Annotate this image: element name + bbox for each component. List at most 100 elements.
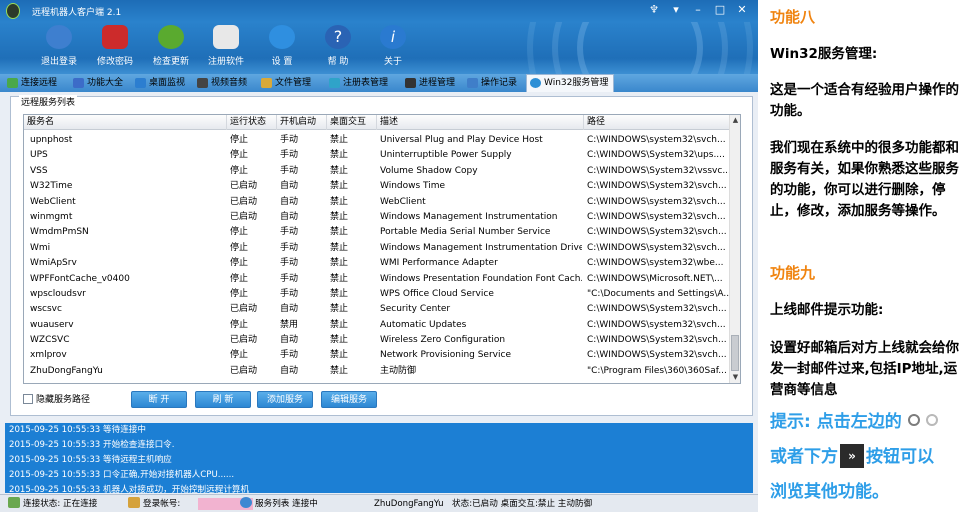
- col-header-name[interactable]: 服务名: [24, 115, 227, 130]
- tab-label: 注册表管理: [343, 78, 389, 88]
- close-icon[interactable]: ✕: [734, 3, 750, 17]
- table-row[interactable]: xmlprov 停止 手动 禁止 Network Provisioning Servic…: [24, 348, 730, 363]
- table-row[interactable]: wpscloudsvr 停止 手动 禁止 WPS Office Cloud Servic…: [24, 287, 730, 302]
- cell-name: upnphost: [30, 135, 73, 145]
- table-row[interactable]: UPS 停止 手动 禁止 Uninterruptible Power Supply C:\…: [24, 148, 730, 163]
- cell-state: 已启动: [230, 196, 258, 207]
- cell-desc: 主动防御: [380, 365, 417, 376]
- settings-button[interactable]: 设 置: [257, 22, 307, 74]
- tab-file-manager[interactable]: 文件管理: [258, 75, 322, 91]
- cell-state: 停止: [230, 242, 249, 253]
- tip-line1-text: 提示: 点击左边的: [770, 412, 902, 432]
- table-row[interactable]: upnphost 停止 手动 禁止 Universal Plug and Play De…: [24, 133, 730, 148]
- table-row[interactable]: WmiApSrv 停止 手动 禁止 WMI Performance Adapter C:\…: [24, 256, 730, 271]
- table-row[interactable]: wuauserv 停止 禁用 禁止 Automatic Updates C:\WINDOW…: [24, 318, 730, 333]
- cell-state: 停止: [230, 350, 249, 361]
- log-line: 2015-09-25 10:55:33 机器人对接成功，开始控制远程计算机: [9, 485, 250, 493]
- cell-state: 已启动: [230, 365, 258, 376]
- table-row[interactable]: winmgmt 已启动 自动 禁止 Windows Management Instrum…: [24, 210, 730, 225]
- tab-win32-service[interactable]: Win32服务管理: [526, 74, 614, 92]
- col-header-path[interactable]: 路径: [584, 115, 730, 130]
- check-update-button[interactable]: 检查更新: [146, 22, 196, 74]
- table-row[interactable]: Wmi 停止 手动 禁止 Windows Management Instrumentat…: [24, 241, 730, 256]
- remote-service-group: 远程服务列表 服务名 运行状态 开机启动 桌面交互 描述 路径 upnphost…: [10, 95, 753, 416]
- edit-service-button[interactable]: 编辑服务: [321, 391, 377, 408]
- scroll-up-icon[interactable]: ▲: [730, 115, 740, 126]
- tab-label: Win32服务管理: [544, 78, 609, 88]
- cell-startup: 自动: [280, 365, 299, 376]
- window-controls: ♆ ▾ – □ ✕: [646, 3, 750, 17]
- feature9-subtitle: 上线邮件提示功能:: [770, 302, 884, 318]
- tab-operation-log[interactable]: 操作记录: [464, 75, 524, 91]
- table-row[interactable]: WmdmPmSN 停止 手动 禁止 Portable Media Serial Numb…: [24, 225, 730, 240]
- cell-path: C:\WINDOWS\system32\svch...: [587, 196, 726, 207]
- cell-path: C:\WINDOWS\System32\svch...: [587, 181, 727, 192]
- vertical-scrollbar[interactable]: ▲ ▼: [729, 115, 740, 383]
- table-row[interactable]: ZhuDongFangYu 已启动 自动 禁止 主动防御 "C:\Program File…: [24, 364, 730, 379]
- scroll-thumb[interactable]: [731, 335, 739, 371]
- cell-name: Wmi: [30, 242, 51, 253]
- cell-interact: 禁止: [330, 350, 349, 361]
- tab-all-features[interactable]: 功能大全: [70, 75, 130, 91]
- col-header-startup[interactable]: 开机启动: [277, 115, 327, 130]
- service-icon: [530, 78, 541, 88]
- cell-path: C:\WINDOWS\system32\svch...: [587, 135, 726, 145]
- cell-state: 停止: [230, 227, 249, 238]
- cell-state: 停止: [230, 319, 249, 330]
- next-dot-icon[interactable]: [925, 414, 938, 426]
- login-account-text: 登录帐号:: [143, 499, 181, 509]
- next-button[interactable]: »: [840, 444, 864, 468]
- col-header-interact[interactable]: 桌面交互: [327, 115, 377, 130]
- about-button[interactable]: i 关于: [368, 22, 418, 74]
- pin-icon[interactable]: ♆: [646, 3, 662, 17]
- change-password-button[interactable]: 修改密码: [90, 22, 140, 74]
- file-icon: [261, 78, 272, 88]
- table-row[interactable]: wscsvc 已启动 自动 禁止 Security Center C:\WINDOWS\S…: [24, 302, 730, 317]
- col-header-desc[interactable]: 描述: [377, 115, 584, 130]
- register-button[interactable]: 注册软件: [201, 22, 251, 74]
- table-row[interactable]: WZCSVC 已启动 自动 禁止 Wireless Zero Configuration…: [24, 333, 730, 348]
- log-panel[interactable]: 2015-09-25 10:55:33 等待连接中 2015-09-25 10:…: [5, 423, 753, 493]
- connect-icon: [7, 78, 18, 88]
- change-password-label: 修改密码: [96, 57, 133, 67]
- checkbox-box[interactable]: [23, 393, 33, 404]
- table-row[interactable]: VSS 停止 手动 禁止 Volume Shadow Copy C:\WINDOWS\Sy…: [24, 164, 730, 179]
- password-icon: [102, 25, 128, 49]
- cell-interact: 禁止: [330, 165, 349, 176]
- cell-name: winmgmt: [30, 211, 73, 222]
- minimize-icon[interactable]: –: [690, 3, 706, 17]
- cell-state: 停止: [230, 135, 249, 145]
- tab-video-audio[interactable]: 视频音频: [194, 75, 254, 91]
- table-row[interactable]: WebClient 已启动 自动 禁止 WebClient C:\WINDOWS\syst…: [24, 195, 730, 210]
- cell-state: 停止: [230, 288, 249, 299]
- cell-startup: 手动: [280, 242, 299, 253]
- process-icon: [405, 78, 416, 88]
- table-row[interactable]: W32Time 已启动 自动 禁止 Windows Time C:\WINDOWS\Sys…: [24, 179, 730, 194]
- app-window: 远程机器人客户端 2.1 ♆ ▾ – □ ✕ 退出登录 修改密码 检查更新 注册…: [0, 0, 758, 512]
- scroll-down-icon[interactable]: ▼: [730, 372, 740, 383]
- tab-registry-manager[interactable]: 注册表管理: [326, 75, 396, 91]
- cell-desc: Automatic Updates: [380, 319, 467, 330]
- settings-label: 设 置: [271, 57, 293, 67]
- tab-desktop-monitor[interactable]: 桌面监视: [132, 75, 192, 91]
- dropdown-icon[interactable]: ▾: [668, 3, 684, 17]
- toolbar: 退出登录 修改密码 检查更新 注册软件 设 置 ? 帮 助 i 关于: [0, 22, 758, 74]
- hide-path-checkbox[interactable]: 隐藏服务路径: [23, 392, 90, 405]
- cell-startup: 自动: [280, 304, 299, 315]
- table-row[interactable]: WPFFontCache_v0400 停止 手动 禁止 Windows Presenta…: [24, 272, 730, 287]
- connect-status-text: 连接状态: 正在连接: [23, 499, 98, 509]
- cell-state: 已启动: [230, 304, 258, 315]
- col-header-state[interactable]: 运行状态: [227, 115, 277, 130]
- prev-dot-icon[interactable]: [907, 414, 920, 426]
- logout-button[interactable]: 退出登录: [34, 22, 84, 74]
- add-service-button[interactable]: 添加服务: [257, 391, 313, 408]
- cell-name: WZCSVC: [30, 335, 70, 346]
- cell-desc: Windows Presentation Foundation Font Cac…: [380, 273, 582, 284]
- help-button[interactable]: ? 帮 助: [313, 22, 363, 74]
- help-icon: ?: [325, 25, 351, 49]
- refresh-button[interactable]: 刷 新: [195, 391, 251, 408]
- tab-process-manager[interactable]: 进程管理: [402, 75, 462, 91]
- maximize-icon[interactable]: □: [712, 3, 728, 17]
- disconnect-button[interactable]: 断 开: [131, 391, 187, 408]
- tab-connect-remote[interactable]: 连接远程: [4, 75, 68, 91]
